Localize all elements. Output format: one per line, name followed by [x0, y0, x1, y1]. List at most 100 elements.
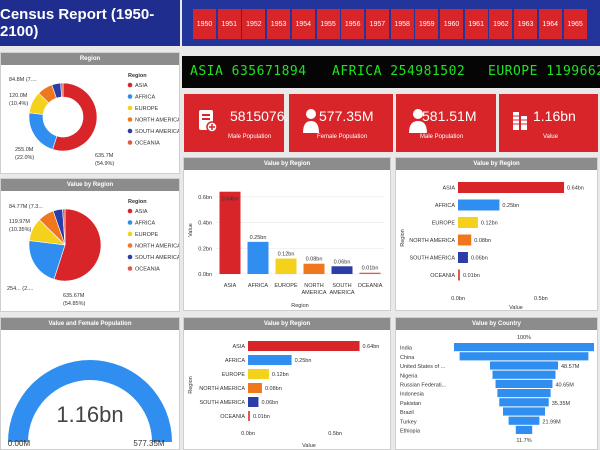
data-label: 0.06bn: [261, 400, 278, 406]
bar-south-america[interactable]: [458, 252, 468, 263]
year-button-1955[interactable]: 1955: [316, 9, 340, 39]
data-label: 0.25bn: [295, 358, 312, 364]
funnel-bar-3[interactable]: [492, 370, 556, 379]
data-label: 21.99M: [542, 419, 561, 425]
legend-marker: [127, 128, 133, 134]
value-by-region-column-chart: 0.6bn 0.4bn 0.2bn 0.0bn Value 0.64bn ASIA 0.25b…: [188, 191, 384, 309]
value-by-country-panel: Value by Country 100% India China United St…: [395, 317, 598, 450]
bar-asia[interactable]: [458, 182, 565, 193]
region-pie-chart: Region ASIA AFRICA EUROPE NORTH AMERICA SOUTH…: [7, 199, 179, 307]
funnel-bar-8[interactable]: [508, 416, 540, 425]
year-button-1965[interactable]: 1965: [563, 9, 587, 39]
funnel-bar-5[interactable]: [497, 389, 551, 398]
slice-africa[interactable]: [28, 112, 58, 150]
funnel-bar-4[interactable]: [495, 379, 553, 388]
panel-title: Region: [1, 53, 179, 65]
year-button-1953[interactable]: 1953: [267, 9, 291, 39]
bar-asia[interactable]: [219, 191, 241, 274]
data-label: 0.01bn: [253, 414, 270, 420]
funnel-bar-0[interactable]: [454, 343, 594, 352]
year-button-1954[interactable]: 1954: [291, 9, 315, 39]
data-label: 635.7M: [95, 153, 114, 159]
year-button-1950[interactable]: 1950: [193, 9, 216, 39]
panel-title: Value by Country: [396, 318, 597, 330]
value-by-region-bar-panel-bottom: Value by Region ASIA 0.64bn AFRICA 0.25bn EU…: [183, 317, 391, 450]
funnel-bar-6[interactable]: [499, 398, 549, 407]
data-label: 0.64bn: [567, 186, 584, 192]
panel-title: Value by Region: [396, 158, 597, 170]
panel-title: Value by Region: [184, 318, 390, 330]
legend-item: AFRICA: [135, 221, 156, 227]
legend-marker: [127, 94, 133, 99]
year-button-1964[interactable]: 1964: [538, 9, 562, 39]
funnel-category-label: United States of ...: [400, 364, 446, 370]
year-button-1963[interactable]: 1963: [514, 9, 538, 39]
funnel-bar-7[interactable]: [503, 407, 545, 416]
funnel-bar-1[interactable]: [459, 352, 589, 361]
funnel-bar-2[interactable]: [490, 361, 558, 370]
year-slicer: 1950 1951 1952 1953 1954 1955 1956 1957 1958 1959…: [182, 0, 600, 46]
y-tick-label: OCEANIA: [430, 273, 455, 279]
year-button-1962[interactable]: 1962: [489, 9, 513, 39]
bar-oceania[interactable]: [248, 411, 250, 421]
female-icon: [303, 109, 319, 133]
data-label: 0.06bn: [471, 256, 488, 262]
data-label: 0.01bn: [463, 273, 480, 279]
bar-south-america[interactable]: [331, 266, 353, 274]
kpi-value: 577.35M: [319, 108, 374, 124]
data-label: 0.12bn: [272, 372, 289, 378]
data-label: 84.77M (7.3...: [9, 204, 43, 210]
bar-asia[interactable]: [248, 341, 360, 351]
male-population-icon: [199, 110, 218, 133]
data-label: 0.25bn: [502, 203, 519, 209]
year-button-1951[interactable]: 1951: [217, 9, 241, 39]
page-title: Census Report (1950-2100): [0, 0, 180, 46]
year-button-1961[interactable]: 1961: [464, 9, 488, 39]
funnel-bar-9[interactable]: [515, 425, 533, 434]
bar-north-america[interactable]: [248, 383, 262, 393]
year-button-1952[interactable]: 1952: [242, 9, 266, 39]
x-tick-label: 0.0bn: [241, 431, 255, 437]
legend-item: NORTH AMERICA: [135, 244, 179, 250]
bar-europe[interactable]: [458, 217, 478, 228]
bar-oceania[interactable]: [458, 269, 460, 281]
data-label: 35.35M: [552, 401, 571, 407]
x-tick-label: OCEANIA: [358, 283, 383, 289]
gauge-chart: 1.16bn 0.00M 577.35M: [8, 360, 172, 448]
data-label: 120.0M: [9, 93, 28, 99]
y-tick-label: 0.2bn: [198, 246, 212, 252]
bar-south-america[interactable]: [248, 397, 259, 407]
funnel-top-label: 100%: [517, 335, 531, 341]
gauge-arc: [8, 360, 172, 442]
kpi-card-value: 1.16bn Value: [499, 94, 598, 152]
bar-africa[interactable]: [248, 355, 292, 365]
data-label: (22.0%): [15, 155, 34, 161]
bar-africa[interactable]: [247, 241, 269, 274]
year-button-1960[interactable]: 1960: [440, 9, 463, 39]
legend-item: NORTH AMERICA: [135, 118, 179, 124]
bar-europe[interactable]: [275, 258, 297, 274]
legend-marker: [127, 117, 133, 122]
year-button-1958[interactable]: 1958: [390, 9, 414, 39]
legend-marker: [127, 254, 133, 260]
bar-north-america[interactable]: [458, 234, 472, 246]
kpi-label: Male Population: [420, 134, 464, 140]
bar-north-america[interactable]: [303, 263, 325, 274]
x-tick-label: 0.0bn: [451, 296, 465, 302]
x-tick-label: AMERICA: [329, 290, 354, 296]
funnel-category-label: Indonesia: [400, 392, 425, 398]
bar-oceania[interactable]: [359, 272, 381, 274]
legend-item: SOUTH AMERICA: [135, 129, 179, 135]
x-tick-label: SOUTH: [332, 283, 351, 289]
x-axis-label: Value: [302, 443, 316, 449]
data-label: 119.97M: [9, 219, 30, 225]
kpi-card-male-population-1: 5815076... Male Population: [184, 94, 296, 152]
year-button-1959[interactable]: 1959: [415, 9, 439, 39]
y-tick-label: 0.0bn: [198, 272, 212, 278]
bar-africa[interactable]: [458, 199, 500, 211]
kpi-card-male-population-2: 581.51M Male Population: [396, 94, 496, 152]
bar-europe[interactable]: [248, 369, 269, 379]
kpi-value: 1.16bn: [533, 108, 576, 124]
year-button-1956[interactable]: 1956: [341, 9, 365, 39]
year-button-1957[interactable]: 1957: [365, 9, 389, 39]
